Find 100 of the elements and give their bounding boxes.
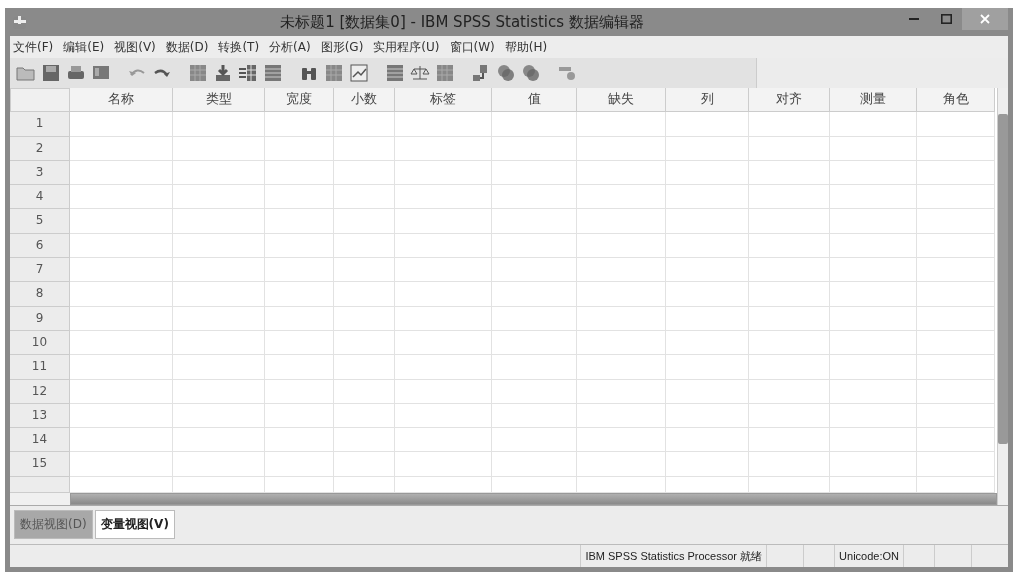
column-header[interactable]: 对齐: [749, 88, 830, 113]
row-header[interactable]: 11: [10, 355, 70, 380]
table-cell[interactable]: [749, 403, 830, 429]
table-cell[interactable]: [395, 282, 492, 307]
table-cell[interactable]: [666, 403, 749, 429]
grid-icon[interactable]: [188, 63, 208, 83]
table-cell[interactable]: [265, 112, 334, 137]
table-cell[interactable]: [395, 185, 492, 210]
table-cell[interactable]: [830, 355, 917, 380]
table-cell[interactable]: [830, 209, 917, 234]
table-icon[interactable]: [385, 63, 405, 83]
column-header[interactable]: 角色: [917, 88, 995, 113]
menu-item[interactable]: 数据(D): [165, 38, 209, 56]
table-cell[interactable]: [395, 428, 492, 453]
column-header[interactable]: 值: [492, 88, 577, 113]
table-cell[interactable]: [749, 330, 830, 356]
table-cell[interactable]: [265, 379, 334, 404]
table-cell[interactable]: [173, 185, 265, 210]
table-cell[interactable]: [334, 428, 395, 453]
table-cell[interactable]: [749, 136, 830, 161]
table-cell[interactable]: [492, 428, 577, 453]
table-cell[interactable]: [830, 282, 917, 307]
table-cell[interactable]: [666, 452, 749, 477]
table-icon[interactable]: [263, 63, 283, 83]
chart-icon[interactable]: [349, 63, 369, 83]
table-cell[interactable]: [334, 355, 395, 380]
table-cell[interactable]: [492, 258, 577, 283]
column-header[interactable]: 小数: [334, 88, 395, 113]
table-cell[interactable]: [70, 160, 173, 186]
table-cell[interactable]: [577, 258, 666, 283]
table-cell[interactable]: [666, 282, 749, 307]
vertical-scrollbar[interactable]: [997, 88, 1008, 505]
table-cell[interactable]: [666, 112, 749, 137]
table-cell[interactable]: [577, 452, 666, 477]
row-header[interactable]: 6: [10, 233, 70, 259]
table-cell[interactable]: [830, 233, 917, 259]
table-cell[interactable]: [749, 452, 830, 477]
table-cell[interactable]: [577, 330, 666, 356]
table-cell[interactable]: [666, 355, 749, 380]
menu-item[interactable]: 文件(F): [13, 38, 54, 56]
table-cell[interactable]: [917, 428, 995, 453]
table-cell[interactable]: [173, 403, 265, 429]
table-cell[interactable]: [830, 452, 917, 477]
table-cell[interactable]: [173, 452, 265, 477]
table-cell[interactable]: [492, 452, 577, 477]
table-cell[interactable]: [334, 330, 395, 356]
table-cell[interactable]: [577, 379, 666, 404]
grid-icon[interactable]: [435, 63, 455, 83]
circles-icon[interactable]: [496, 63, 516, 83]
table-cell[interactable]: [577, 428, 666, 453]
table-cell[interactable]: [749, 379, 830, 404]
column-header[interactable]: 类型: [173, 88, 265, 113]
table-cell[interactable]: [917, 403, 995, 429]
table-cell[interactable]: [70, 112, 173, 137]
row-header[interactable]: 5: [10, 209, 70, 234]
table-cell[interactable]: [577, 160, 666, 186]
table-cell[interactable]: [173, 379, 265, 404]
menu-item[interactable]: 转换(T): [218, 38, 260, 56]
table-cell[interactable]: [395, 209, 492, 234]
table-cell[interactable]: [666, 233, 749, 259]
table-cell[interactable]: [395, 452, 492, 477]
table-cell[interactable]: [334, 379, 395, 404]
table-cell[interactable]: [917, 379, 995, 404]
table-cell[interactable]: [830, 428, 917, 453]
table-cell[interactable]: [577, 306, 666, 331]
table-cell[interactable]: [577, 403, 666, 429]
table-cell[interactable]: [265, 330, 334, 356]
table-cell[interactable]: [749, 209, 830, 234]
table-cell[interactable]: [334, 282, 395, 307]
row-header[interactable]: 4: [10, 185, 70, 210]
menu-item[interactable]: 实用程序(U): [373, 38, 440, 56]
table-cell[interactable]: [917, 258, 995, 283]
table-cell[interactable]: [917, 452, 995, 477]
row-header[interactable]: 13: [10, 403, 70, 429]
table-cell[interactable]: [334, 112, 395, 137]
scroll-thumb[interactable]: [998, 114, 1008, 444]
table-cell[interactable]: [265, 233, 334, 259]
table-cell[interactable]: [70, 355, 173, 380]
table-cell[interactable]: [492, 233, 577, 259]
table-cell[interactable]: [395, 136, 492, 161]
table-cell[interactable]: [492, 136, 577, 161]
table-cell[interactable]: [395, 160, 492, 186]
menu-item[interactable]: 窗口(W): [449, 38, 495, 56]
table-cell[interactable]: [577, 185, 666, 210]
table-cell[interactable]: [173, 136, 265, 161]
table-cell[interactable]: [173, 330, 265, 356]
table-cell[interactable]: [577, 355, 666, 380]
table-cell[interactable]: [830, 160, 917, 186]
menu-item[interactable]: 编辑(E): [63, 38, 105, 56]
table-cell[interactable]: [492, 282, 577, 307]
table-cell[interactable]: [70, 282, 173, 307]
table-cell[interactable]: [492, 209, 577, 234]
table-cell[interactable]: [334, 136, 395, 161]
table-cell[interactable]: [334, 209, 395, 234]
table-cell[interactable]: [265, 258, 334, 283]
table-cell[interactable]: [830, 185, 917, 210]
table-cell[interactable]: [334, 185, 395, 210]
table-cell[interactable]: [265, 282, 334, 307]
table-cell[interactable]: [70, 185, 173, 210]
scale-icon[interactable]: [410, 63, 430, 83]
